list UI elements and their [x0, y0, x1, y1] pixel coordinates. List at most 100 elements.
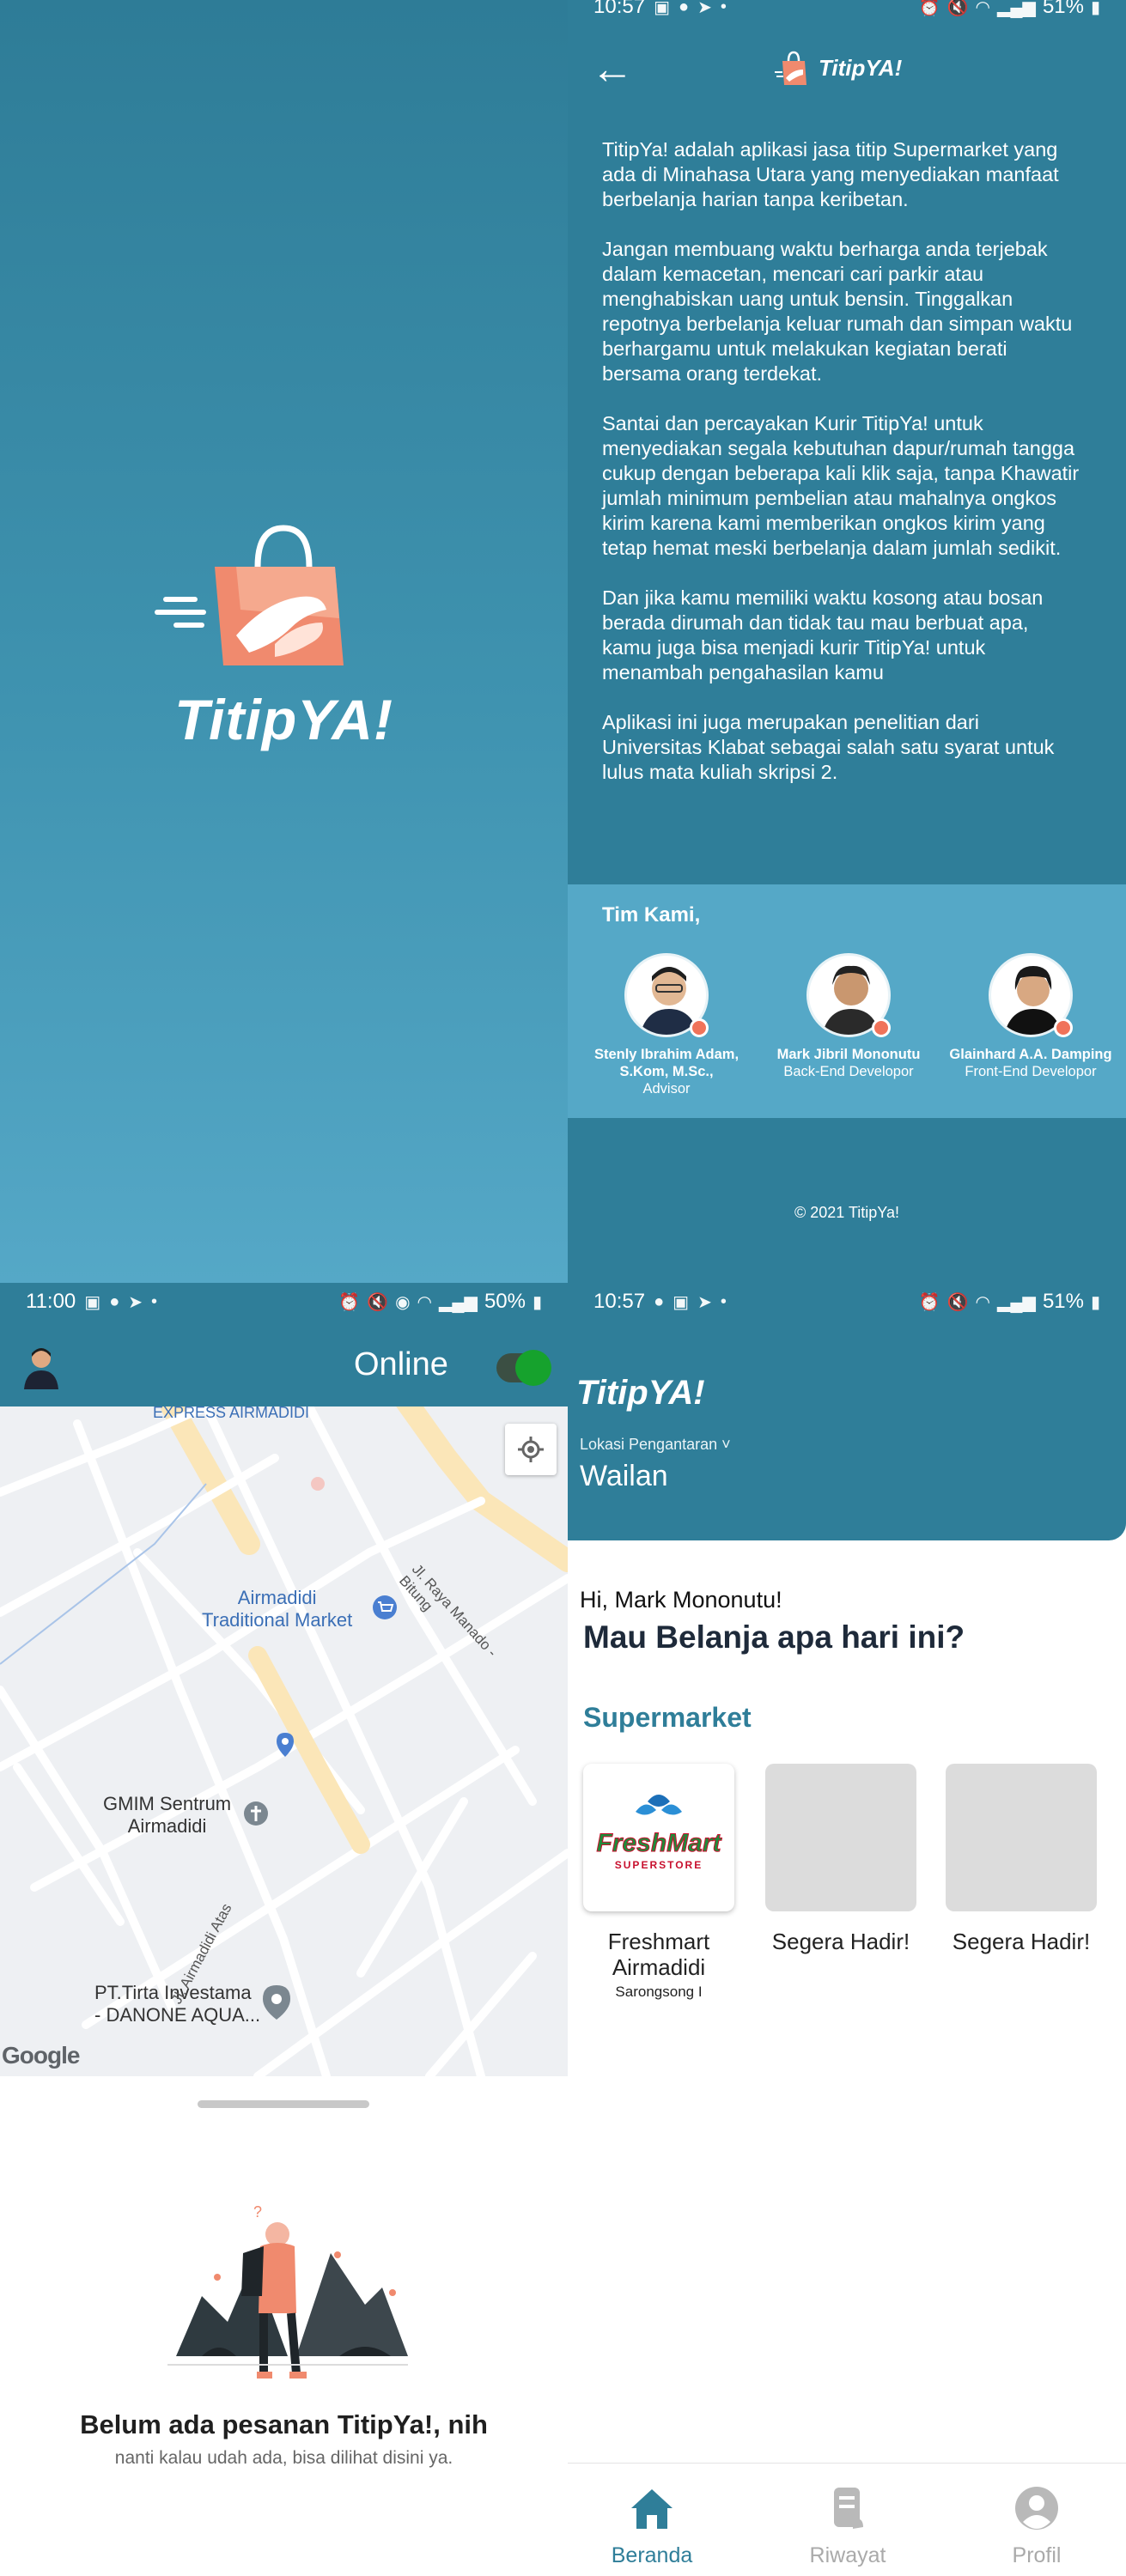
dot-icon: • — [720, 0, 727, 16]
facebook-icon: ● — [678, 0, 690, 16]
empty-orders-illustration: ? — [167, 2203, 408, 2379]
store-subtitle: Sarongsong I — [615, 1984, 703, 2000]
facebook-icon: ● — [109, 1291, 120, 1311]
about-screen: 10:57 ▣ ● ➤ • ⏰ 🔇 ◠ ▂▄▆ 51% ▮ ← TitipYA! — [568, 0, 1126, 1283]
greeting-text: Hi, Mark Mononutu! — [580, 1587, 782, 1613]
home-icon — [631, 2489, 673, 2529]
team-section: Tim Kami, Stenly Ibrahim Adam, S.Kom, M.… — [568, 884, 1126, 1118]
about-description: TitipYa! adalah aplikasi jasa titip Supe… — [602, 137, 1083, 810]
profile-icon — [1015, 2487, 1058, 2530]
nav-item-beranda[interactable]: Beranda — [575, 2484, 729, 2568]
telegram-icon: ➤ — [697, 0, 712, 17]
map-label-church: GMIM Sentrum Airmadidi — [103, 1793, 232, 1837]
status-dot — [872, 1018, 891, 1037]
alarm-icon: ⏰ — [918, 0, 940, 17]
home-header: TitipYA! Lokasi Pengantaran ˅ Wailan — [568, 1321, 1126, 1540]
driver-avatar[interactable] — [17, 1341, 65, 1389]
shopping-cart-pin-icon[interactable] — [371, 1594, 399, 1621]
status-bar: 10:57 ● ▣ ➤ • ⏰ 🔇 ◠ ▂▄▆ 51% ▮ — [568, 1283, 1126, 1321]
about-brand-text: TitipYA! — [819, 54, 903, 81]
battery-icon: ▮ — [532, 1292, 542, 1312]
store-placeholder-card — [765, 1764, 916, 1911]
nav-label: Profil — [1012, 2543, 1062, 2567]
member-role: Front-End Developor — [965, 1064, 1097, 1079]
store-card-coming-soon[interactable]: Segera Hadir! — [946, 1764, 1097, 1954]
store-name: Freshmart Airmadidi — [607, 1929, 710, 1980]
member-role: Back-End Developor — [783, 1064, 914, 1079]
store-card-freshmart[interactable]: FreshMart SUPERSTORE Freshmart Airmadidi… — [583, 1764, 734, 2001]
dot-icon: • — [151, 1291, 158, 1311]
home-screen: 10:57 ● ▣ ➤ • ⏰ 🔇 ◠ ▂▄▆ 51% ▮ TitipYA! L… — [568, 1283, 1126, 2576]
nav-item-riwayat[interactable]: Riwayat — [770, 2484, 925, 2568]
alarm-icon: ⏰ — [338, 1292, 361, 1312]
church-pin-icon[interactable] — [242, 1800, 270, 1827]
store-placeholder-card — [946, 1764, 1097, 1911]
status-bar: 10:57 ▣ ● ➤ • ⏰ 🔇 ◠ ▂▄▆ 51% ▮ — [568, 0, 1126, 26]
splash-screen: TitipYA! — [0, 0, 568, 1283]
about-paragraph: Jangan membuang waktu berharga anda terj… — [602, 238, 1073, 385]
mute-icon: 🔇 — [946, 0, 969, 17]
status-time: 10:57 — [593, 0, 646, 18]
about-brand: TitipYA! — [774, 38, 902, 98]
battery-icon: ▮ — [1090, 1292, 1100, 1312]
receipt-icon — [834, 2488, 863, 2529]
about-paragraph: Santai dan percayakan Kurir TitipYa! unt… — [602, 412, 1080, 559]
map-view[interactable]: EXPRESS AIRMADIDI Airmadidi Traditional … — [0, 1406, 568, 2076]
location-icon: ◉ — [395, 1292, 411, 1312]
my-location-button[interactable] — [505, 1424, 557, 1475]
alarm-icon: ⏰ — [918, 1292, 940, 1312]
nav-item-profil[interactable]: Profil — [959, 2484, 1114, 2568]
status-time: 10:57 — [593, 1290, 646, 1313]
telegram-icon: ➤ — [128, 1292, 143, 1312]
driver-screen: 11:00 ▣ ● ➤ • ⏰ 🔇 ◉ ◠ ▂▄▆ 50% ▮ Online E… — [0, 1283, 568, 2576]
wifi-icon: ◠ — [417, 1292, 432, 1312]
freshmart-logo: FreshMart SUPERSTORE — [596, 1795, 723, 1871]
shopping-bag-logo-icon — [775, 51, 806, 85]
svg-text:?: ? — [253, 2203, 262, 2221]
nav-label: Beranda — [611, 2543, 693, 2567]
battery-percent: 50% — [484, 1290, 526, 1313]
status-dot — [690, 1018, 709, 1037]
place-pin-icon[interactable] — [263, 1985, 290, 2020]
home-brand: TitipYA! — [576, 1374, 705, 1412]
team-member: Glainhard A.A. Damping Front-End Develop… — [940, 953, 1121, 1080]
image-icon: ▣ — [84, 1292, 101, 1312]
status-time: 11:00 — [26, 1290, 76, 1313]
store-card-coming-soon[interactable]: Segera Hadir! — [765, 1764, 916, 1954]
about-paragraph: Aplikasi ini juga merupakan penelitian d… — [602, 711, 1055, 783]
team-member: Stenly Ibrahim Adam, S.Kom, M.Sc., Advis… — [576, 953, 757, 1097]
store-name: Segera Hadir! — [771, 1929, 910, 1954]
wifi-icon: ◠ — [975, 0, 990, 17]
nav-label: Riwayat — [809, 2543, 886, 2567]
team-member: Mark Jibril Mononutu Back-End Developor — [758, 953, 939, 1080]
delivery-location-value[interactable]: Wailan — [580, 1460, 668, 1493]
map-label-express: EXPRESS AIRMADIDI — [153, 1406, 310, 1421]
copyright-text: © 2021 TitipYa! — [794, 1204, 899, 1221]
about-paragraph: Dan jika kamu memiliki waktu kosong atau… — [602, 586, 1044, 683]
signal-icon: ▂▄▆ — [997, 1292, 1036, 1312]
member-name: Glainhard A.A. Damping — [949, 1047, 1112, 1062]
wifi-icon: ◠ — [975, 1292, 990, 1312]
member-role: Advisor — [642, 1081, 691, 1097]
shopping-bag-logo-icon — [155, 525, 344, 665]
battery-percent: 51% — [1042, 0, 1084, 18]
supermarket-section-title: Supermarket — [583, 1702, 752, 1733]
back-arrow-icon[interactable]: ← — [588, 45, 636, 93]
about-header: ← TitipYA! — [568, 38, 1126, 106]
chevron-down-icon: ˅ — [721, 1436, 731, 1453]
mute-icon: 🔇 — [946, 1292, 969, 1312]
crosshair-icon — [518, 1437, 544, 1462]
signal-icon: ▂▄▆ — [439, 1292, 478, 1312]
delivery-location-label: Lokasi Pengantaran — [580, 1436, 718, 1453]
driver-header: Online — [0, 1321, 568, 1406]
map-label-market: Airmadidi Traditional Market — [202, 1587, 353, 1631]
battery-percent: 51% — [1042, 1290, 1084, 1313]
freshmart-logo-subtext: SUPERSTORE — [615, 1859, 703, 1871]
google-attribution: Google — [2, 2042, 80, 2069]
empty-orders-subtitle: nanti kalau udah ada, bisa dilihat disin… — [114, 2448, 453, 2468]
bottom-sheet-handle[interactable] — [198, 2100, 369, 2108]
online-toggle[interactable] — [496, 1350, 551, 1386]
delivery-location-caption[interactable]: Lokasi Pengantaran ˅ — [580, 1436, 731, 1454]
store-name: Segera Hadir! — [952, 1929, 1091, 1954]
location-pin-icon — [277, 1733, 294, 1757]
